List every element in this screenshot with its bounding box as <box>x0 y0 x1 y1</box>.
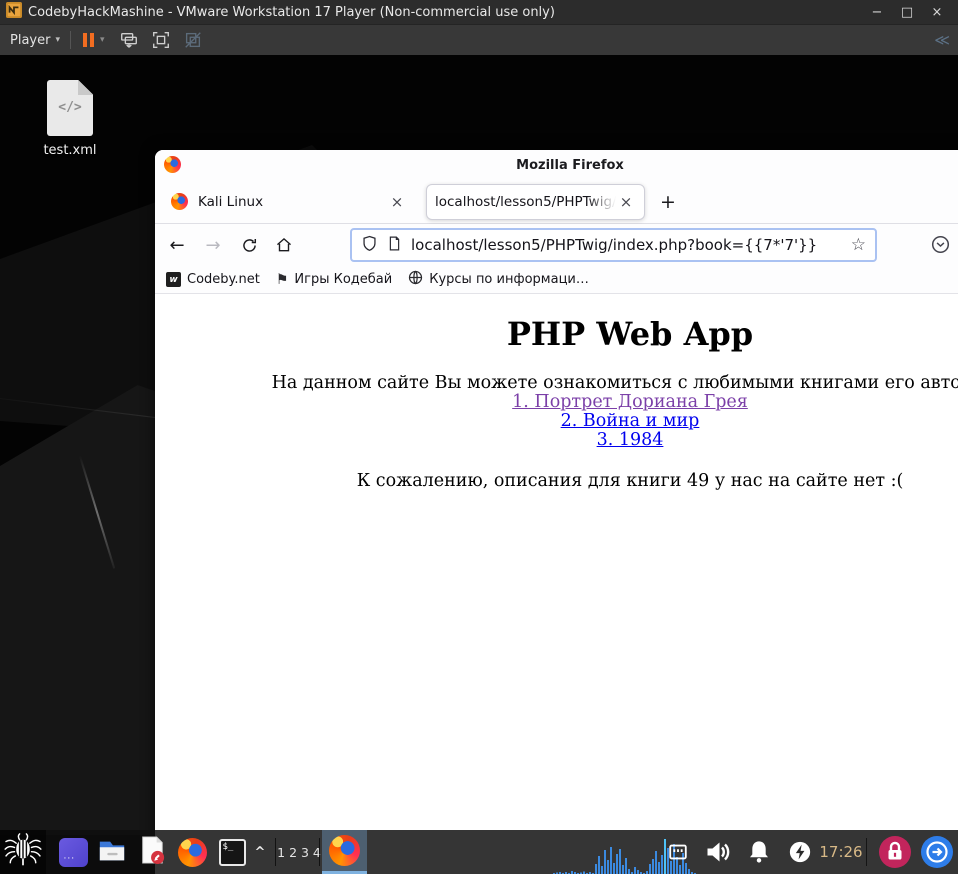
clock[interactable]: 17:26 <box>816 830 866 874</box>
globe-icon <box>408 270 423 289</box>
tab-favicon <box>171 193 188 210</box>
close-tab-icon[interactable]: × <box>387 193 407 211</box>
intro-text: На данном сайте Вы можете ознакомиться с… <box>271 373 958 393</box>
pocket-icon[interactable] <box>931 235 950 258</box>
home-button[interactable] <box>271 224 297 266</box>
minimize-button[interactable]: − <box>862 0 892 24</box>
taskbar-window-firefox[interactable] <box>322 830 367 874</box>
launcher-file-manager[interactable] <box>96 830 128 874</box>
forward-button: → <box>205 234 221 256</box>
file-fold-corner <box>78 80 93 95</box>
chevron-down-icon: ▾ <box>55 35 60 45</box>
close-tab-icon[interactable]: × <box>616 193 636 211</box>
launcher-terminal[interactable]: $_ <box>216 830 248 874</box>
panel-divider <box>275 838 276 866</box>
workspace-switcher[interactable]: 1 2 3 4 <box>277 830 321 874</box>
tab-bar: Kali Linux × localhost/lesson5/PHPTwig/i… <box>155 180 958 224</box>
back-button[interactable]: ← <box>164 224 190 266</box>
unity-mode-button-disabled <box>183 30 203 50</box>
firefox-logo-icon <box>177 837 207 867</box>
not-found-message: К сожалению, описания для книги 49 у нас… <box>356 471 904 491</box>
firefox-titlebar[interactable]: Mozilla Firefox <box>155 150 958 180</box>
suspend-vm-button[interactable] <box>81 33 96 47</box>
toolbar-divider <box>70 31 71 49</box>
firefox-window: Mozilla Firefox Kali Linux × localhost/l… <box>155 150 958 874</box>
volume-icon[interactable] <box>700 830 736 874</box>
launcher-appfinder[interactable]: ··· <box>57 830 89 874</box>
url-input[interactable]: localhost/lesson5/PHPTwig/index.php?book… <box>411 236 842 254</box>
new-tab-button[interactable]: + <box>655 191 681 213</box>
applications-menu-button[interactable] <box>0 830 46 874</box>
code-glyph: </> <box>58 100 82 115</box>
web-page-content: PHP Web App На данном сайте Вы можете оз… <box>155 294 958 874</box>
bookmark-codeby[interactable]: w Codeby.net <box>166 272 260 287</box>
launcher-text-editor[interactable] <box>136 830 168 874</box>
appfinder-icon: ··· <box>58 837 88 867</box>
close-button[interactable]: × <box>922 0 952 24</box>
chevron-down-icon[interactable]: ▾ <box>100 35 105 45</box>
send-ctrl-alt-del-button[interactable] <box>119 30 139 50</box>
bookmark-star-icon[interactable]: ☆ <box>851 235 866 255</box>
url-bar[interactable]: localhost/lesson5/PHPTwig/index.php?book… <box>350 228 877 262</box>
tab-label: Kali Linux <box>198 193 264 210</box>
fullscreen-button[interactable] <box>151 30 171 50</box>
page-title: PHP Web App <box>506 315 754 353</box>
xfce-taskbar: ··· $_ ^ 1 2 3 4 17:26 <box>0 830 958 874</box>
vmware-logo-icon <box>6 2 22 22</box>
vmware-window-title: CodebyHackMashine - VMware Workstation 1… <box>28 4 555 20</box>
vmware-titlebar: CodebyHackMashine - VMware Workstation 1… <box>0 0 958 24</box>
flag-icon: ⚑ <box>275 271 289 288</box>
bookmark-label: Курсы по информаци… <box>429 272 589 287</box>
codeby-favicon: w <box>166 272 181 287</box>
tab-localhost-active[interactable]: localhost/lesson5/PHPTwig/i × <box>426 183 645 220</box>
power-manager-icon[interactable] <box>786 830 814 874</box>
firefox-logo-icon <box>329 835 360 866</box>
vmware-window-controls: − □ × <box>862 0 952 24</box>
book-link-1[interactable]: 1. Портрет Дориана Грея <box>512 393 748 412</box>
kali-dragon-icon <box>4 833 42 871</box>
lock-screen-button[interactable] <box>876 830 914 874</box>
network-connection-icon[interactable] <box>664 830 692 874</box>
player-menu-label: Player <box>10 32 51 48</box>
book-link-2[interactable]: 2. Война и мир <box>561 412 700 431</box>
launcher-firefox[interactable] <box>176 830 208 874</box>
maximize-button[interactable]: □ <box>892 0 922 24</box>
book-link-3[interactable]: 3. 1984 <box>597 431 664 450</box>
navigation-toolbar: ← → localhost/lesson5/PHPTwig/index.php?… <box>155 224 958 266</box>
bookmark-label: Игры Кодебай <box>294 272 393 287</box>
vmware-toolbar: Player ▾ ▾ ≪ <box>0 24 958 55</box>
panel-divider <box>319 838 320 866</box>
page-info-icon[interactable] <box>387 236 402 255</box>
xml-file-icon: </> <box>47 80 93 136</box>
tab-kali-linux[interactable]: Kali Linux × <box>161 180 417 223</box>
bookmark-games[interactable]: ⚑ Игры Кодебай <box>276 272 392 287</box>
bookmark-label: Codeby.net <box>187 272 260 287</box>
file-manager-icon <box>97 835 127 869</box>
panel-divider <box>866 838 867 866</box>
reload-button[interactable] <box>236 224 262 266</box>
dots-glyph: ··· <box>63 853 76 864</box>
bookmark-courses[interactable]: Курсы по информаци… <box>408 270 589 289</box>
tab-label: localhost/lesson5/PHPTwig/i <box>435 193 616 210</box>
player-menu[interactable]: Player ▾ <box>10 33 60 48</box>
collapse-toolbar-button[interactable]: ≪ <box>934 31 950 49</box>
desktop-file-testxml[interactable]: </> test.xml <box>30 80 110 158</box>
book-list: На данном сайте Вы можете ознакомиться с… <box>155 374 958 450</box>
bookmarks-toolbar: w Codeby.net ⚑ Игры Кодебай Курсы по инф… <box>155 266 958 294</box>
firefox-window-title: Mozilla Firefox <box>516 157 624 173</box>
logout-button[interactable] <box>918 830 956 874</box>
notifications-bell-icon[interactable] <box>742 830 776 874</box>
text-editor-icon <box>138 835 166 869</box>
desktop-file-label: test.xml <box>43 143 97 158</box>
shield-icon[interactable] <box>361 235 378 256</box>
terminal-icon: $_ <box>218 838 246 866</box>
panel-expand-button[interactable]: ^ <box>250 830 270 874</box>
